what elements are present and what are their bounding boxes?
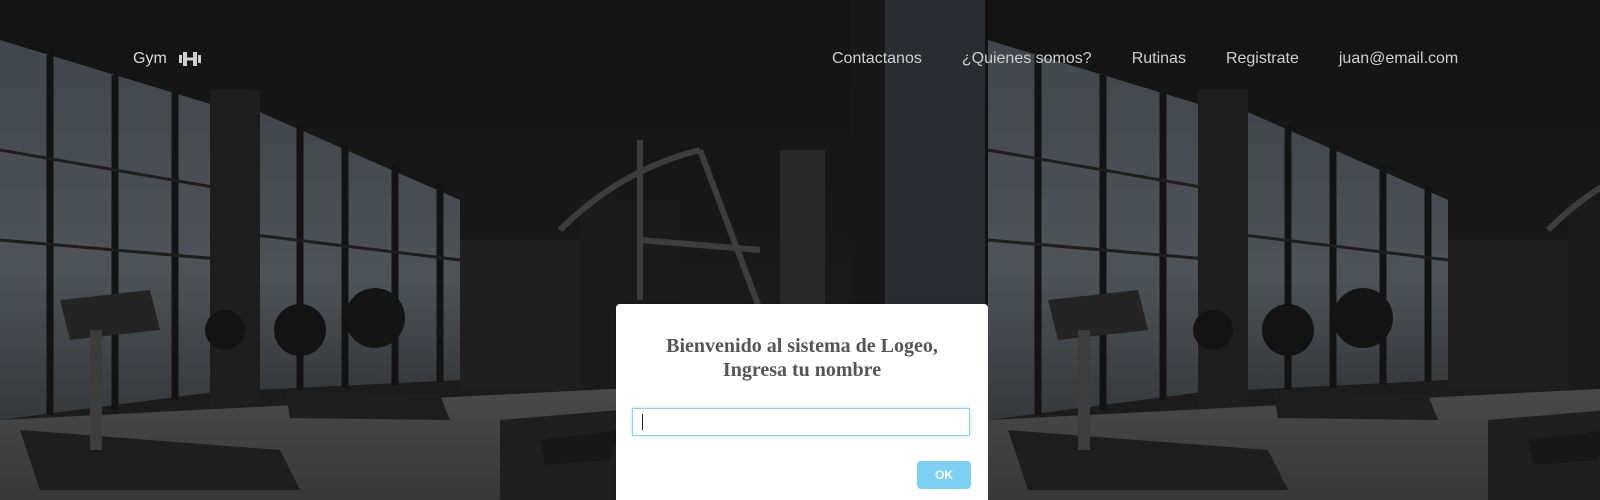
brand-link[interactable]: Gym (133, 50, 201, 68)
login-dialog: Bienvenido al sistema de Logeo, Ingresa … (616, 304, 988, 500)
nav-link-registrate[interactable]: Registrate (1226, 50, 1299, 68)
dialog-title-line-1: Bienvenido al sistema de Logeo, (666, 335, 938, 357)
text-caret (642, 414, 643, 430)
nav-link-contactanos[interactable]: Contactanos (832, 50, 922, 68)
nav-links: Contactanos ¿Quienes somos? Rutinas Regi… (832, 50, 1458, 68)
dialog-title: Bienvenido al sistema de Logeo, Ingresa … (616, 334, 988, 382)
name-input[interactable] (632, 408, 970, 436)
brand-label: Gym (133, 50, 167, 67)
dumbbell-icon (178, 52, 201, 66)
navbar: Gym Contactanos ¿Quienes somos? Rutinas … (0, 0, 1600, 122)
dialog-title-line-2: Ingresa tu nombre (722, 359, 882, 381)
nav-link-rutinas[interactable]: Rutinas (1132, 50, 1186, 68)
ok-button[interactable]: OK (917, 461, 971, 489)
nav-link-quienes-somos[interactable]: ¿Quienes somos? (962, 50, 1092, 68)
nav-link-user-email[interactable]: juan@email.com (1339, 50, 1458, 68)
